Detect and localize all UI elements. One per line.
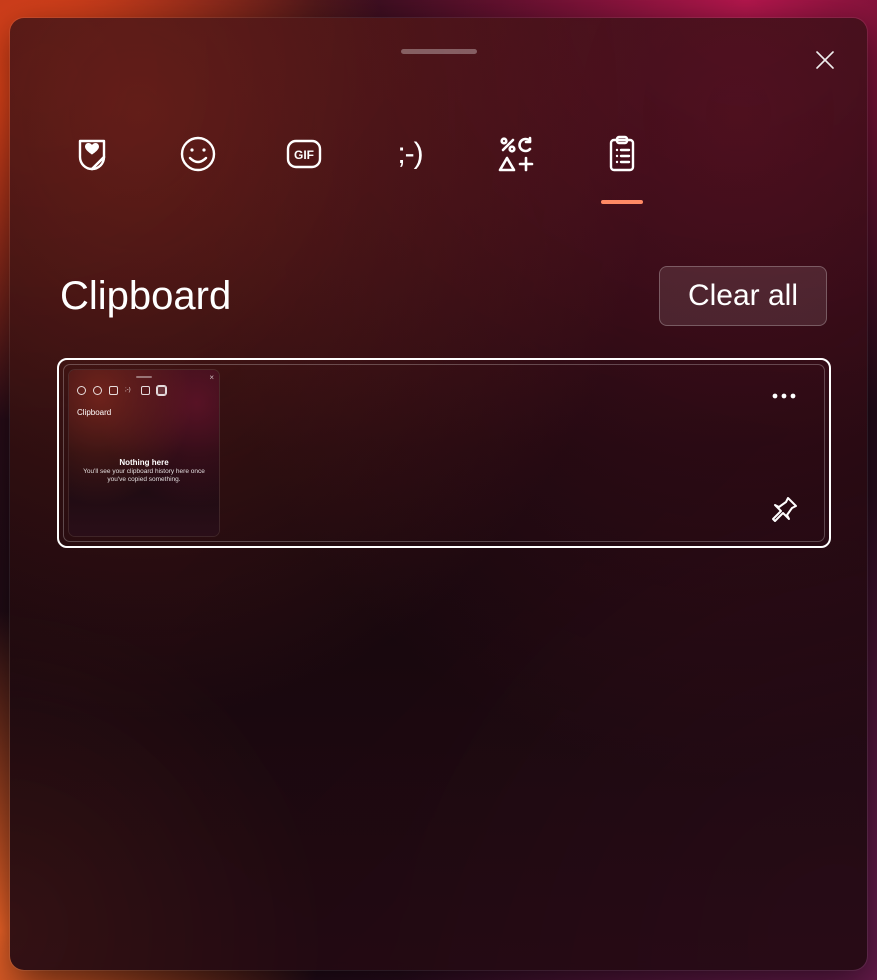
close-button[interactable]: [805, 40, 845, 80]
svg-text:GIF: GIF: [294, 148, 314, 162]
clipboard-item[interactable]: × ;-) Clipboard Nothing here You'll see …: [57, 358, 831, 548]
clipboard-item-actions: [757, 372, 811, 534]
tab-symbols[interactable]: [492, 134, 540, 204]
thumb-headline: Nothing here: [69, 458, 219, 467]
clipboard-item-thumbnail: × ;-) Clipboard Nothing here You'll see …: [69, 370, 219, 536]
pin-button[interactable]: [760, 486, 808, 534]
symbols-icon: [496, 134, 536, 174]
drag-handle[interactable]: [401, 49, 477, 54]
pin-icon: [769, 495, 799, 525]
more-options-button[interactable]: [760, 372, 808, 420]
sticker-heart-icon: [72, 134, 112, 174]
tab-underline: [601, 200, 643, 204]
close-icon: [813, 48, 837, 72]
tab-gif[interactable]: GIF: [280, 134, 328, 204]
category-tabs: GIF ;-): [68, 134, 646, 204]
section-header: Clipboard Clear all: [60, 266, 827, 326]
gif-icon: GIF: [284, 134, 324, 174]
tab-clipboard[interactable]: [598, 134, 646, 204]
tab-emoji[interactable]: [174, 134, 222, 204]
page-title: Clipboard: [60, 274, 231, 319]
tab-stickers[interactable]: [68, 134, 116, 204]
clear-all-button[interactable]: Clear all: [659, 266, 827, 326]
kaomoji-icon: ;-): [390, 134, 430, 174]
thumb-subtext: You'll see your clipboard history here o…: [79, 468, 209, 484]
thumb-title: Clipboard: [77, 408, 111, 417]
tab-kaomoji[interactable]: ;-): [386, 134, 434, 204]
clipboard-icon: [602, 134, 642, 174]
more-horizontal-icon: [769, 381, 799, 411]
emoji-smile-icon: [178, 134, 218, 174]
emoji-clipboard-panel: GIF ;-): [10, 18, 867, 970]
clipboard-list: × ;-) Clipboard Nothing here You'll see …: [57, 358, 831, 946]
